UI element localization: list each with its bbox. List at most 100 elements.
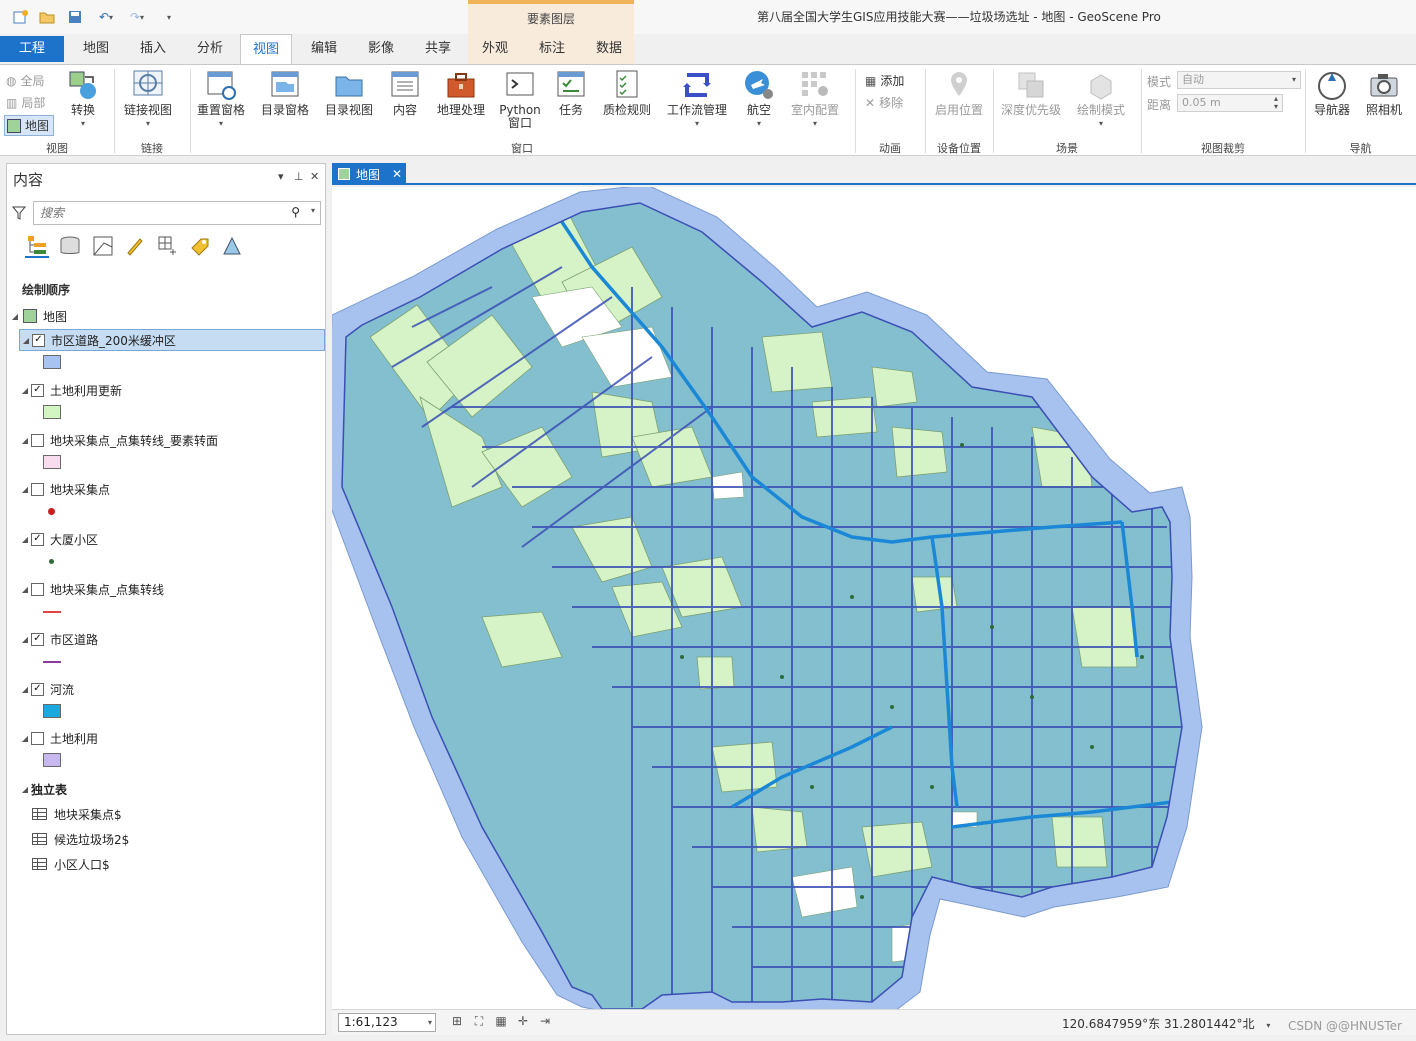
layer-row[interactable]: ◢ ✓ 市区道路_200米缓冲区	[19, 329, 325, 351]
layer-visibility-checkbox[interactable]: ✓	[31, 383, 44, 397]
layer-symbol-swatch[interactable]	[43, 355, 61, 369]
convert-button[interactable]: 转换 ▾	[64, 69, 102, 130]
layer-symbol-swatch[interactable]	[43, 455, 61, 469]
map-view-tab[interactable]: 地图 ✕	[332, 163, 406, 185]
snapping-icon[interactable]: ✛	[515, 1014, 531, 1030]
python-window-button[interactable]: Python 窗口	[497, 69, 543, 130]
depth-priority-button[interactable]: 深度优先级	[998, 69, 1064, 117]
camera-button[interactable]: 照相机	[1362, 69, 1406, 117]
map-canvas[interactable]	[332, 187, 1416, 1009]
layer-row[interactable]: ◢ 地块采集点_点集转线_要素转面	[19, 429, 218, 451]
layer-visibility-checkbox[interactable]	[31, 433, 44, 447]
catalog-view-button[interactable]: 目录视图	[323, 69, 375, 117]
tab-imagery[interactable]: 影像	[357, 34, 405, 64]
layer-visibility-checkbox[interactable]	[31, 582, 44, 596]
collapse-icon[interactable]: ◢	[19, 685, 31, 694]
remove-animation-button[interactable]: ✕ 移除	[865, 94, 903, 111]
enable-location-button[interactable]: 启用位置	[932, 69, 986, 117]
distance-input[interactable]: 0.05 m ▴ ▾	[1177, 94, 1283, 112]
standalone-table-row[interactable]: 地块采集点$	[32, 803, 122, 825]
search-input[interactable]	[34, 202, 274, 224]
layer-row[interactable]: ◢ 地块采集点	[19, 478, 110, 500]
list-by-drawing-order-icon[interactable]	[25, 234, 49, 258]
tab-share[interactable]: 共享	[414, 34, 462, 64]
list-by-perspective-icon[interactable]	[220, 234, 244, 258]
layer-visibility-checkbox[interactable]: ✓	[31, 532, 44, 546]
global-view-button[interactable]: ◍ 全局	[6, 72, 45, 89]
layer-row[interactable]: ◢ 土地利用	[19, 727, 98, 749]
search-options-icon[interactable]: ▾	[311, 206, 315, 215]
layer-symbol-swatch[interactable]	[43, 611, 61, 613]
customize-toolbar-icon[interactable]: ▾	[160, 8, 178, 26]
collapse-icon[interactable]: ◢	[19, 785, 31, 794]
undo-icon[interactable]: ↶ ▾	[92, 8, 120, 26]
layer-row[interactable]: ◢ ✓ 土地利用更新	[19, 379, 122, 401]
pause-drawing-icon[interactable]: ⇥	[537, 1014, 553, 1030]
layer-row[interactable]: ◢ ✓ 市区道路	[19, 628, 98, 650]
close-pane-icon[interactable]: ✕	[310, 170, 319, 183]
standalone-table-row[interactable]: 候选垃圾场2$	[32, 828, 129, 850]
fixed-zoom-icon[interactable]: ⊞	[449, 1014, 465, 1030]
list-by-snapping-icon[interactable]	[156, 234, 180, 258]
save-project-icon[interactable]	[66, 8, 84, 26]
collapse-icon[interactable]: ◢	[19, 635, 31, 644]
catalog-pane-button[interactable]: 目录窗格	[259, 69, 311, 117]
chevron-down-icon[interactable]: ▾	[1266, 1021, 1270, 1030]
list-by-editing-icon[interactable]	[123, 234, 147, 258]
layer-visibility-checkbox[interactable]: ✓	[31, 632, 44, 646]
mode-dropdown[interactable]: 自动 ▾	[1177, 71, 1301, 89]
scale-dropdown[interactable]: 1:61,123 ▾	[338, 1013, 436, 1032]
zoom-extent-icon[interactable]: ⛶	[471, 1014, 487, 1030]
tasks-button[interactable]: 任务	[552, 69, 590, 117]
new-project-icon[interactable]	[11, 8, 29, 26]
standalone-tables-node[interactable]: ◢ 独立表	[19, 778, 67, 800]
reset-panes-button[interactable]: 重置窗格 ▾	[195, 69, 247, 130]
navigator-button[interactable]: 导航器	[1310, 69, 1354, 117]
filter-icon[interactable]	[11, 205, 27, 224]
list-by-labeling-icon[interactable]	[188, 234, 212, 258]
collapse-icon[interactable]: ◢	[19, 485, 31, 494]
layer-row[interactable]: ◢ 地块采集点_点集转线	[19, 578, 164, 600]
list-by-data-source-icon[interactable]	[58, 234, 82, 258]
layer-visibility-checkbox[interactable]: ✓	[32, 333, 45, 347]
grid-icon[interactable]: ▦	[493, 1014, 509, 1030]
draw-mode-button[interactable]: 绘制模式 ▾	[1072, 69, 1130, 130]
layer-symbol-swatch[interactable]	[43, 753, 61, 767]
list-by-selection-icon[interactable]	[91, 234, 115, 258]
layer-row[interactable]: ◢ ✓ 大厦小区	[19, 528, 98, 550]
collapse-icon[interactable]: ◢	[19, 436, 31, 445]
layer-visibility-checkbox[interactable]	[31, 731, 44, 745]
data-reviewer-button[interactable]: 质检规则	[600, 69, 654, 117]
layer-visibility-checkbox[interactable]	[31, 482, 44, 496]
open-project-icon[interactable]	[38, 8, 56, 26]
collapse-icon[interactable]: ◢	[19, 734, 31, 743]
collapse-icon[interactable]: ◢	[19, 535, 31, 544]
tab-edit[interactable]: 编辑	[300, 34, 348, 64]
indoors-config-button[interactable]: 室内配置 ▾	[788, 69, 842, 130]
tab-view[interactable]: 视图	[240, 34, 292, 65]
standalone-table-row[interactable]: 小区人口$	[32, 853, 110, 875]
map-node[interactable]: ◢ 地图	[9, 305, 67, 327]
tab-appearance[interactable]: 外观	[471, 34, 519, 64]
workflow-manager-button[interactable]: 工作流管理 ▾	[665, 69, 729, 130]
layer-symbol-swatch[interactable]	[49, 559, 54, 564]
tab-data[interactable]: 数据	[585, 34, 633, 64]
aviation-button[interactable]: 航空 ▾	[740, 69, 778, 130]
layer-symbol-swatch[interactable]	[43, 704, 61, 718]
layer-symbol-swatch[interactable]	[43, 405, 61, 419]
collapse-icon[interactable]: ◢	[9, 312, 21, 321]
link-views-button[interactable]: 链接视图 ▾	[120, 69, 176, 130]
collapse-icon[interactable]: ◢	[20, 336, 32, 345]
search-field[interactable]: ⚲ ▾	[33, 201, 321, 225]
map-view-button[interactable]: 地图	[4, 115, 55, 136]
close-tab-icon[interactable]: ✕	[392, 167, 402, 181]
redo-icon[interactable]: ↷ ▾	[123, 8, 151, 26]
tab-project[interactable]: 工程	[0, 36, 64, 62]
add-animation-button[interactable]: ▦ 添加	[865, 72, 904, 89]
tab-map[interactable]: 地图	[72, 34, 120, 64]
tab-analysis[interactable]: 分析	[186, 34, 234, 64]
layer-symbol-swatch[interactable]	[43, 661, 61, 663]
pin-icon[interactable]: ⊥	[294, 170, 304, 183]
search-icon[interactable]: ⚲	[291, 205, 300, 219]
layer-visibility-checkbox[interactable]: ✓	[31, 682, 44, 696]
